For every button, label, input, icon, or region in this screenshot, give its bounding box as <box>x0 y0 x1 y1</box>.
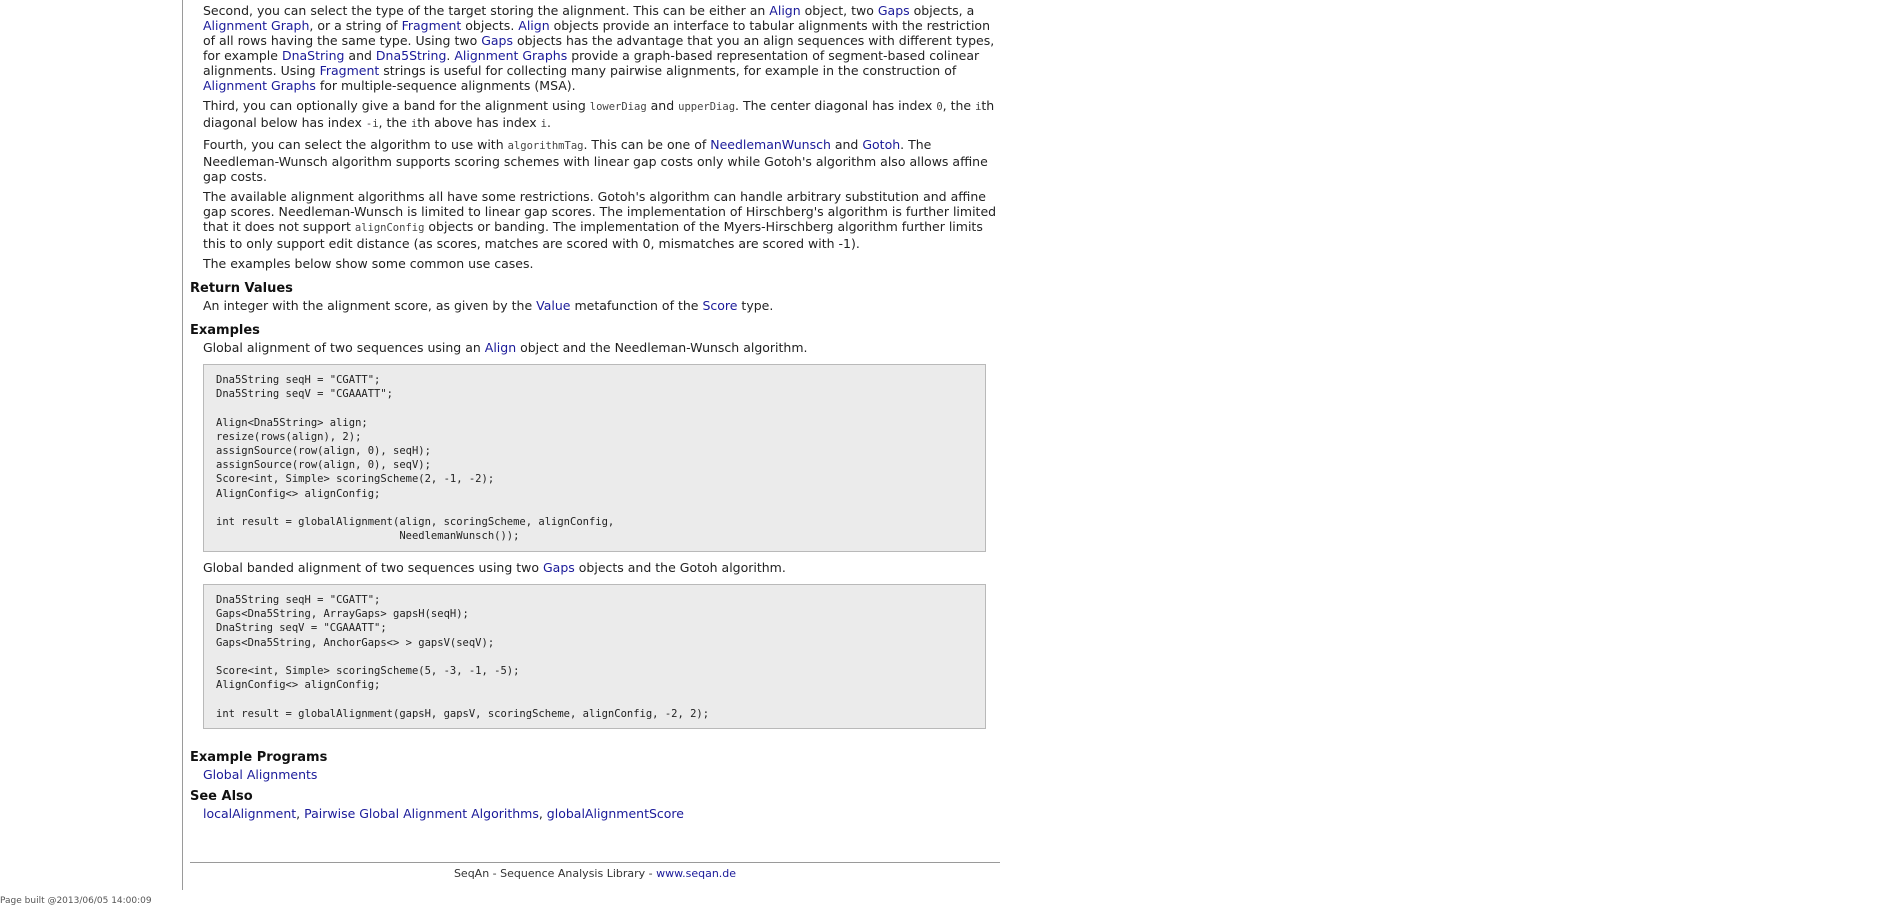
link-gotoh[interactable]: Gotoh <box>862 137 900 152</box>
paragraph-target-type: Second, you can select the type of the t… <box>203 3 1000 93</box>
link-align[interactable]: Align <box>518 18 549 33</box>
left-divider <box>182 0 183 890</box>
link-align[interactable]: Align <box>769 3 800 18</box>
text: and <box>646 98 679 113</box>
link-alignment-graphs[interactable]: Alignment Graphs <box>203 78 316 93</box>
text: . The center diagonal has index <box>735 98 937 113</box>
text: object and the Needleman-Wunsch algorith… <box>516 340 808 355</box>
link-seqan-website[interactable]: www.seqan.de <box>656 867 736 880</box>
heading-example-programs: Example Programs <box>190 750 328 765</box>
see-also-list: localAlignment, Pairwise Global Alignmen… <box>190 806 1000 821</box>
text: , the <box>942 98 976 113</box>
link-alignment-graph[interactable]: Alignment Graph <box>203 18 309 33</box>
text: for multiple-sequence alignments (MSA). <box>315 78 576 93</box>
main-content: Second, you can select the type of the t… <box>190 0 1000 821</box>
text: Fourth, you can select the algorithm to … <box>203 137 508 152</box>
text: Third, you can optionally give a band fo… <box>203 98 590 113</box>
link-align[interactable]: Align <box>485 340 516 355</box>
example-programs-list: Global Alignments <box>190 767 1000 782</box>
page-built-timestamp: Page built @2013/06/05 14:00:09 <box>0 896 152 906</box>
text: objects. <box>461 18 519 33</box>
link-dna5string[interactable]: Dna5String <box>376 48 446 63</box>
text: Global alignment of two sequences using … <box>203 340 485 355</box>
code-upperdiag: upperDiag <box>678 101 736 113</box>
link-score[interactable]: Score <box>702 298 737 313</box>
link-gaps[interactable]: Gaps <box>878 3 910 18</box>
example2-caption: Global banded alignment of two sequences… <box>190 560 1000 575</box>
code-algorithmtag: algorithmTag <box>507 140 584 152</box>
example1-caption: Global alignment of two sequences using … <box>190 340 1000 355</box>
link-localalignment[interactable]: localAlignment <box>203 806 296 821</box>
link-value[interactable]: Value <box>536 298 570 313</box>
text: , or a string of <box>309 18 402 33</box>
text: objects, a <box>909 3 975 18</box>
code-block-example2: Dna5String seqH = "CGATT"; Gaps<Dna5Stri… <box>203 584 986 729</box>
link-alignment-graphs[interactable]: Alignment Graphs <box>454 48 567 63</box>
text: strings is useful for collecting many pa… <box>379 63 957 78</box>
text: Second, you can select the type of the t… <box>203 3 770 18</box>
link-gaps[interactable]: Gaps <box>481 33 513 48</box>
description-section: Second, you can select the type of the t… <box>190 3 1000 271</box>
link-gaps[interactable]: Gaps <box>543 560 575 575</box>
code-alignconfig: alignConfig <box>354 222 425 234</box>
link-pairwise-global-alignment-algorithms[interactable]: Pairwise Global Alignment Algorithms <box>304 806 539 821</box>
link-fragment[interactable]: Fragment <box>402 18 462 33</box>
link-needlemanwunsch[interactable]: NeedlemanWunsch <box>710 137 831 152</box>
text: . <box>546 115 551 130</box>
code-minus-i: -i <box>365 118 379 130</box>
text: Global banded alignment of two sequences… <box>203 560 543 575</box>
code-block-example1: Dna5String seqH = "CGATT"; Dna5String se… <box>203 364 986 552</box>
code-lowerdiag: lowerDiag <box>589 101 647 113</box>
heading-examples: Examples <box>190 323 260 338</box>
heading-return-values: Return Values <box>190 281 293 296</box>
footer-divider <box>190 862 1000 863</box>
examples-section: Examples Global alignment of two sequenc… <box>190 323 1000 729</box>
paragraph-examples-intro: The examples below show some common use … <box>203 256 534 271</box>
separator: , <box>538 806 547 821</box>
text: metafunction of the <box>570 298 703 313</box>
separator: , <box>296 806 305 821</box>
see-also-section: See Also localAlignment, Pairwise Global… <box>190 789 1000 821</box>
text: An integer with the alignment score, as … <box>203 298 537 313</box>
paragraph-restrictions: The available alignment algorithms all h… <box>203 189 1000 251</box>
link-globalalignmentscore[interactable]: globalAlignmentScore <box>547 806 684 821</box>
text: , the <box>378 115 411 130</box>
footer-text: SeqAn - Sequence Analysis Library - <box>453 867 657 880</box>
link-global-alignments[interactable]: Global Alignments <box>203 767 317 782</box>
text: th above has index <box>417 115 541 130</box>
paragraph-algorithm: Fourth, you can select the algorithm to … <box>203 137 1000 184</box>
text: and <box>830 137 863 152</box>
example-programs-section: Example Programs Global Alignments <box>190 750 1000 782</box>
link-fragment[interactable]: Fragment <box>320 63 380 78</box>
heading-see-also: See Also <box>190 789 253 804</box>
text: type. <box>737 298 774 313</box>
return-values-text: An integer with the alignment score, as … <box>190 298 1000 313</box>
text: and <box>344 48 376 63</box>
text: . This can be one of <box>583 137 711 152</box>
return-values-section: Return Values An integer with the alignm… <box>190 281 1000 313</box>
text: objects and the Gotoh algorithm. <box>574 560 786 575</box>
footer: SeqAn - Sequence Analysis Library - www.… <box>190 867 1000 880</box>
paragraph-band: Third, you can optionally give a band fo… <box>203 98 1000 132</box>
link-dnastring[interactable]: DnaString <box>282 48 345 63</box>
text: object, two <box>800 3 878 18</box>
